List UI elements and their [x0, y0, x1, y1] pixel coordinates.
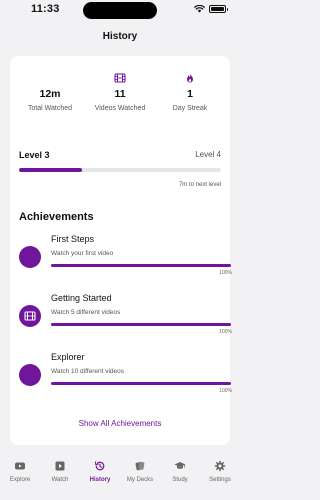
film-icon	[24, 311, 36, 321]
achievement-percent: 100%	[219, 270, 232, 276]
achievement-description: Watch your first video	[51, 250, 114, 257]
achievement-getting-started: Getting Started Watch 5 different videos…	[19, 293, 232, 345]
current-level: Level 3	[19, 150, 50, 160]
achievement-description: Watch 5 different videos	[51, 309, 121, 316]
stat-value: 11	[114, 88, 126, 100]
achievement-description: Watch 10 different videos	[51, 368, 124, 375]
next-level: Level 4	[195, 150, 221, 159]
history-card: 12m Total Watched 11 Videos Watched 1 Da…	[10, 56, 232, 445]
tab-bar: Explore Watch History My Decks Study Set…	[0, 458, 240, 500]
tab-label: History	[89, 477, 111, 483]
wifi-icon	[194, 5, 205, 13]
tab-label: Settings	[209, 477, 231, 483]
cards-icon	[135, 461, 145, 471]
graduation-cap-icon	[174, 462, 186, 469]
achievement-progress-fill	[51, 382, 231, 385]
achievement-name: Getting Started	[51, 293, 112, 303]
stats-row: 12m Total Watched 11 Videos Watched 1 Da…	[10, 72, 230, 128]
stat-videos-watched: 11 Videos Watched	[85, 72, 155, 112]
tab-my-decks[interactable]: My Decks	[120, 458, 160, 500]
achievement-progress-bar	[51, 323, 231, 326]
stat-label: Day Streak	[172, 105, 208, 112]
stat-total-watched: 12m Total Watched	[15, 88, 85, 112]
battery-icon	[209, 5, 228, 13]
stat-value: 12m	[39, 88, 61, 100]
achievement-percent: 100%	[219, 329, 232, 335]
tab-label: Explore	[9, 477, 31, 483]
achievement-progress-fill	[51, 323, 231, 326]
achievement-first-steps: First Steps Watch your first video 100%	[19, 234, 232, 286]
gear-icon	[214, 460, 226, 472]
achievement-badge	[19, 364, 41, 386]
dynamic-island	[83, 2, 157, 19]
achievement-explorer: Explorer Watch 10 different videos 100%	[19, 352, 232, 404]
stat-day-streak: 1 Day Streak	[155, 72, 225, 112]
achievement-badge	[19, 246, 41, 268]
level-progress-fill	[19, 168, 82, 172]
status-bar: 11:33	[0, 0, 240, 22]
achievement-progress-bar	[51, 264, 231, 267]
achievement-progress-bar	[51, 382, 231, 385]
tab-label: Study	[172, 477, 188, 483]
tab-label: Watch	[51, 477, 69, 483]
achievement-progress-fill	[51, 264, 231, 267]
stat-label: Videos Watched	[94, 105, 146, 112]
show-all-achievements-button[interactable]: Show All Achievements	[10, 419, 230, 428]
achievements-heading: Achievements	[19, 211, 94, 223]
tab-settings[interactable]: Settings	[200, 458, 240, 500]
stat-value: 1	[187, 88, 193, 100]
tab-label: My Decks	[126, 477, 154, 483]
tab-history[interactable]: History	[80, 458, 120, 500]
status-time: 11:33	[31, 3, 60, 15]
flame-icon	[187, 73, 193, 83]
status-icons	[194, 5, 228, 13]
play-square-icon	[55, 461, 65, 471]
achievement-name: First Steps	[51, 234, 95, 244]
film-icon	[114, 73, 126, 83]
achievement-badge	[19, 305, 41, 327]
level-remaining: 7m to next level	[178, 182, 221, 188]
page-title: History	[102, 31, 138, 42]
stat-label: Total Watched	[27, 105, 73, 112]
tab-watch[interactable]: Watch	[40, 458, 80, 500]
play-rect-icon	[15, 462, 25, 470]
tab-study[interactable]: Study	[160, 458, 200, 500]
level-progress-bar	[19, 168, 221, 172]
history-icon	[94, 461, 105, 471]
achievement-percent: 100%	[219, 388, 232, 394]
achievement-name: Explorer	[51, 352, 85, 362]
tab-explore[interactable]: Explore	[0, 458, 40, 500]
level-row: Level 3 Level 4	[19, 150, 221, 162]
